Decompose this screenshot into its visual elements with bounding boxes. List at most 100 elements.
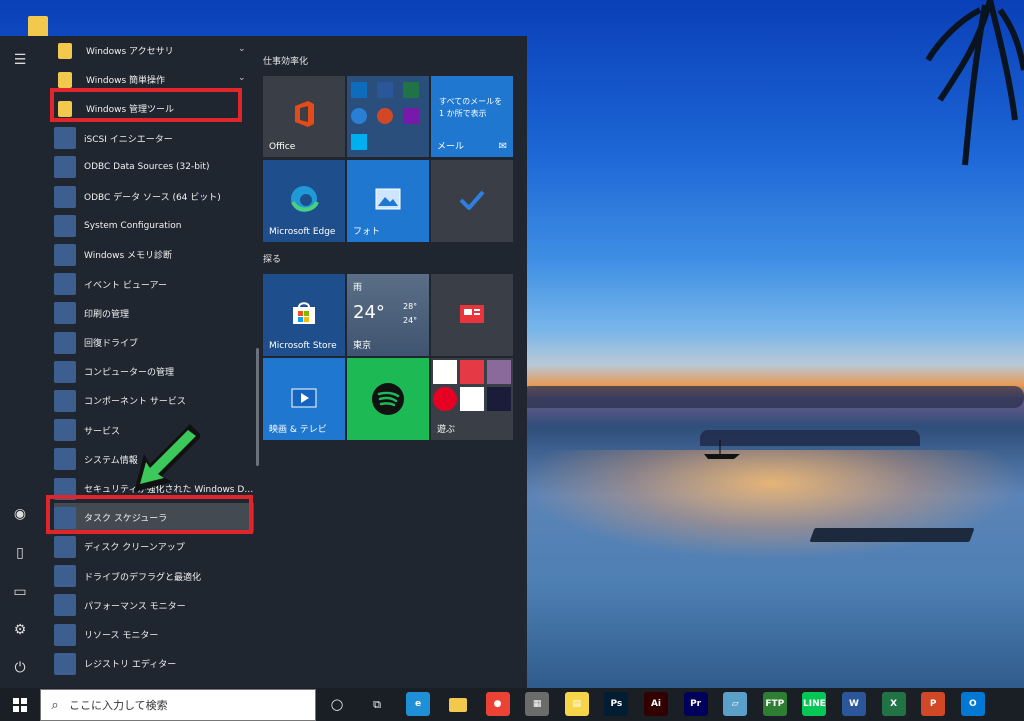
pinterest-mini-icon xyxy=(433,387,457,411)
excel-mini-icon xyxy=(403,82,419,98)
outlook-icon[interactable]: O xyxy=(960,692,985,716)
sticky-notes-icon[interactable]: ▤ xyxy=(564,692,589,716)
weather-high: 28° xyxy=(403,302,418,311)
app-list-item[interactable]: 印刷の管理 xyxy=(54,299,254,328)
chevron-down-icon[interactable]: ⌄ xyxy=(238,44,246,54)
cortana-circle-icon[interactable]: ◯ xyxy=(322,688,352,721)
app-list-item-label: イベント ビューアー xyxy=(84,280,167,291)
app-list-item[interactable]: ディスク クリーンアップ xyxy=(54,532,254,561)
user-account-icon[interactable]: ◉ xyxy=(0,494,40,534)
app-icon xyxy=(54,156,76,179)
app-list-item[interactable]: ODBC Data Sources (32-bit) xyxy=(54,153,254,182)
taskbar-app-glyph: LINE xyxy=(803,699,826,709)
app-icon xyxy=(54,419,76,442)
settings-gear-icon[interactable]: ⚙ xyxy=(0,610,40,650)
wallpaper-boat xyxy=(704,440,740,459)
powerpoint-mini-icon xyxy=(377,108,393,124)
task-view-icon[interactable]: ⧉ xyxy=(362,688,392,721)
power-icon[interactable]: ⏻ xyxy=(0,648,40,688)
app-list-item[interactable]: コンポーネント サービス xyxy=(54,386,254,415)
wallpaper-palm xyxy=(925,0,1024,166)
powerpoint-icon[interactable]: P xyxy=(921,692,946,716)
taskbar-search-box[interactable]: ⌕ ここに入力して検索 xyxy=(40,689,316,721)
line-icon[interactable]: LINE xyxy=(802,692,827,716)
tile-label: Microsoft Store xyxy=(269,341,337,351)
taskbar-app-glyph: W xyxy=(849,699,859,709)
calculator-icon[interactable]: ▦ xyxy=(525,692,550,716)
app-list-item[interactable]: iSCSI イニシエーター xyxy=(54,124,254,153)
app-list-item[interactable]: リソース モニター xyxy=(54,620,254,649)
ffftp-icon[interactable]: FTP xyxy=(762,692,787,716)
app-list-item[interactable]: Windows アクセサリ ⌄ xyxy=(54,36,254,65)
app-icon xyxy=(54,331,76,354)
edge-icon xyxy=(291,186,319,212)
highlight-task-scheduler xyxy=(46,495,253,534)
excel-icon[interactable]: X xyxy=(881,692,906,716)
chrome-icon[interactable]: ● xyxy=(485,692,510,716)
chevron-down-icon[interactable]: ⌄ xyxy=(238,73,246,83)
app-list-item[interactable]: レジストリ エディター xyxy=(54,649,254,678)
desktop-folder-icon[interactable] xyxy=(28,16,48,38)
documents-icon[interactable]: ▯ xyxy=(0,533,40,573)
tile-mail[interactable]: すべてのメールを 1 か所で表示 メール ✉ xyxy=(431,76,513,157)
app-list-item[interactable]: イベント ビューアー xyxy=(54,270,254,299)
premiere-icon[interactable]: Pr xyxy=(683,692,708,716)
app-list-item-label: サービス xyxy=(84,426,121,437)
app-list-scrollbar[interactable] xyxy=(256,348,259,466)
pictures-icon[interactable]: ▭ xyxy=(0,572,40,612)
app-list-item[interactable]: ドライブのデフラグと最適化 xyxy=(54,562,254,591)
word-icon[interactable]: W xyxy=(842,692,866,716)
app-list-item-label: ディスク クリーンアップ xyxy=(84,543,185,554)
tile-group-productivity-label: 仕事効率化 xyxy=(263,57,309,67)
app-icon xyxy=(54,565,76,588)
tile-label: 映画 & テレビ xyxy=(269,425,327,435)
tile-todo[interactable] xyxy=(431,160,513,242)
onedrive-mini-icon xyxy=(351,108,367,124)
windows-start-icon[interactable] xyxy=(0,688,40,721)
green-arrow-icon xyxy=(134,424,200,492)
photoshop-icon[interactable]: Ps xyxy=(604,692,629,716)
edge-icon[interactable]: e xyxy=(406,692,430,716)
tile-photos[interactable]: フォト xyxy=(347,160,429,242)
app-icon xyxy=(54,535,76,558)
app-list-item[interactable]: System Configuration xyxy=(54,211,254,240)
office-icon xyxy=(295,101,314,127)
tile-news[interactable] xyxy=(431,274,513,356)
tile-office[interactable]: Office xyxy=(263,76,345,157)
photos-icon xyxy=(375,188,401,210)
tile-microsoft-edge[interactable]: Microsoft Edge xyxy=(263,160,345,242)
file-explorer-icon[interactable] xyxy=(443,688,473,721)
app-list-item[interactable]: コンピューターの管理 xyxy=(54,357,254,386)
tile-weather[interactable]: 雨 24° 28° 24° 東京 xyxy=(347,274,429,356)
app-icon xyxy=(54,243,76,266)
tile-movies-tv[interactable]: 映画 & テレビ xyxy=(263,358,345,440)
taskbar-app-glyph: Pr xyxy=(690,699,702,709)
taskbar-app-glyph: FTP xyxy=(765,699,785,709)
film-icon xyxy=(291,388,317,408)
app-list-item[interactable]: パフォーマンス モニター xyxy=(54,591,254,620)
app-list-item[interactable]: Windows メモリ診断 xyxy=(54,240,254,269)
game-mini-icon xyxy=(460,387,484,411)
folder-icon xyxy=(58,42,72,59)
taskbar-app-glyph: X xyxy=(890,699,898,709)
illustrator-icon[interactable]: Ai xyxy=(644,692,668,716)
app-icon xyxy=(54,214,76,237)
tile-office-apps-folder[interactable] xyxy=(347,76,429,157)
tile-label: Office xyxy=(269,142,296,152)
hamburger-menu-icon[interactable]: ☰ xyxy=(0,40,40,80)
tile-microsoft-store[interactable]: Microsoft Store xyxy=(263,274,345,356)
tile-label: Microsoft Edge xyxy=(269,227,336,237)
app-list-item-label: リソース モニター xyxy=(84,631,159,641)
tile-label: メール xyxy=(437,142,465,152)
notepad-icon[interactable]: ▱ xyxy=(723,692,748,716)
skype-mini-icon xyxy=(351,134,367,150)
app-list-item[interactable]: ODBC データ ソース (64 ビット) xyxy=(54,182,254,211)
app-icon xyxy=(54,302,76,325)
app-icon xyxy=(54,127,76,150)
tile-play-folder[interactable]: 遊ぶ xyxy=(431,358,513,440)
app-list-item[interactable]: 回復ドライブ xyxy=(54,328,254,357)
tile-spotify[interactable] xyxy=(347,358,429,440)
taskbar-app-glyph: P xyxy=(929,699,937,709)
roblox-mini-icon xyxy=(433,360,457,384)
app-icon xyxy=(54,652,76,675)
